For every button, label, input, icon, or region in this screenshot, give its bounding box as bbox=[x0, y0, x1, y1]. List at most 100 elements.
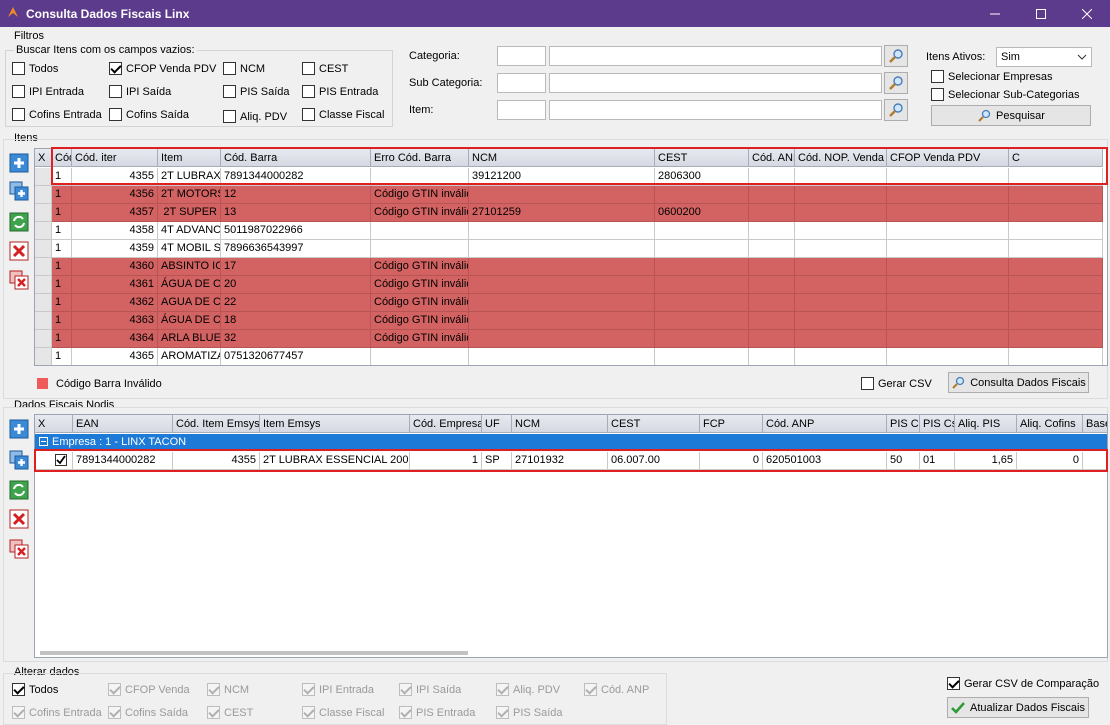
collapse-icon[interactable] bbox=[39, 437, 48, 446]
table-row[interactable]: 14360ABSINTO ICE 335ML17Código GTIN invá… bbox=[35, 258, 1107, 276]
column-header[interactable]: NCM bbox=[512, 415, 608, 433]
table-row[interactable]: 14362AGUA DE COCO KERO COCO 122Código GT… bbox=[35, 294, 1107, 312]
column-header[interactable]: Cód. Empresa bbox=[410, 415, 482, 433]
nodis-add-multiple-button[interactable] bbox=[9, 450, 29, 470]
column-header[interactable]: Cód. ANP bbox=[749, 149, 795, 167]
column-header[interactable]: CFOP Venda PDV bbox=[887, 149, 1009, 167]
categoria-name-input[interactable] bbox=[549, 46, 882, 66]
refresh-button[interactable] bbox=[9, 212, 29, 232]
horizontal-scrollbar[interactable] bbox=[40, 651, 468, 655]
consulta-dados-fiscais-button[interactable]: Consulta Dados Fiscais bbox=[948, 372, 1089, 393]
column-header[interactable]: Base bbox=[1083, 415, 1107, 433]
group-row[interactable]: Empresa : 1 - LINX TACON bbox=[35, 434, 1107, 449]
row-checkbox[interactable] bbox=[55, 454, 67, 466]
delete-button[interactable] bbox=[9, 241, 29, 261]
table-cell: 1 bbox=[52, 168, 72, 186]
close-button[interactable] bbox=[1064, 0, 1110, 27]
table-cell: 4364 bbox=[72, 330, 158, 348]
column-header[interactable]: Cód. Barra bbox=[221, 149, 371, 167]
nodis-delete-all-button[interactable] bbox=[9, 539, 29, 559]
subcategoria-search-button[interactable] bbox=[884, 72, 908, 94]
column-header[interactable]: FCP bbox=[700, 415, 763, 433]
filtro-checkbox[interactable]: Cofins Saída bbox=[109, 108, 189, 121]
checkbox-box bbox=[109, 62, 122, 75]
column-header[interactable]: CEST bbox=[608, 415, 700, 433]
filtro-checkbox[interactable]: CFOP Venda PDV bbox=[109, 62, 216, 75]
filtro-checkbox[interactable]: PIS Entrada bbox=[302, 85, 378, 98]
column-header[interactable]: Aliq. PIS bbox=[955, 415, 1017, 433]
table-row[interactable]: 14361ÁGUA DE COCO DUCOCO 33020Código GTI… bbox=[35, 276, 1107, 294]
column-header[interactable]: Cód. iter bbox=[72, 149, 158, 167]
column-header[interactable]: PIS Cs bbox=[887, 415, 920, 433]
column-header[interactable]: Erro Cód. Barra bbox=[371, 149, 469, 167]
nodis-delete-button[interactable] bbox=[9, 509, 29, 529]
table-row[interactable]: 143572T SUPER13Código GTIN inválido, o c… bbox=[35, 204, 1107, 222]
selecionar-subcategorias-checkbox[interactable]: Selecionar Sub-Categorias bbox=[931, 88, 1079, 101]
add-multiple-button[interactable] bbox=[9, 181, 29, 201]
table-row[interactable]: 7891344000282 4355 2T LUBRAX ESSENCIAL 200… bbox=[35, 452, 1107, 470]
column-header[interactable]: Item Emsys bbox=[260, 415, 410, 433]
table-row[interactable]: 14365AROMATIZANTE BIG APPLE CA0751320677… bbox=[35, 348, 1107, 365]
filtro-checkbox[interactable]: Cofins Entrada bbox=[12, 108, 102, 121]
selecionar-empresas-checkbox[interactable]: Selecionar Empresas bbox=[931, 70, 1053, 83]
column-header[interactable]: PIS Cs bbox=[920, 415, 955, 433]
table-cell bbox=[1009, 330, 1103, 348]
filtro-checkbox[interactable]: Classe Fiscal bbox=[302, 108, 384, 121]
minimize-button[interactable] bbox=[972, 0, 1018, 27]
table-cell: Código GTIN inválido, o código GTIN d bbox=[371, 294, 469, 312]
filtro-checkbox[interactable]: Todos bbox=[12, 62, 58, 75]
add-item-button[interactable] bbox=[9, 153, 29, 173]
column-header[interactable]: Cód. NOP. Venda PDV bbox=[795, 149, 887, 167]
nodis-add-button[interactable] bbox=[9, 419, 29, 439]
column-header[interactable]: X bbox=[35, 415, 73, 433]
gerar-csv-checkbox[interactable]: Gerar CSV bbox=[861, 377, 932, 390]
add-icon bbox=[9, 419, 29, 439]
column-header[interactable]: NCM bbox=[469, 149, 655, 167]
alterar-checkbox[interactable]: Todos bbox=[12, 683, 58, 696]
nodis-refresh-button[interactable] bbox=[9, 480, 29, 500]
filtro-checkbox[interactable]: IPI Entrada bbox=[12, 85, 84, 98]
column-header[interactable]: C bbox=[1009, 149, 1103, 167]
column-header[interactable]: X bbox=[35, 149, 52, 167]
delete-all-button[interactable] bbox=[9, 270, 29, 290]
column-header[interactable]: Item bbox=[158, 149, 221, 167]
item-code-input[interactable] bbox=[497, 100, 546, 120]
table-cell bbox=[795, 294, 887, 312]
filtro-checkbox[interactable]: IPI Saída bbox=[109, 85, 171, 98]
checkbox-label: PIS Entrada bbox=[319, 85, 379, 98]
table-row[interactable]: 143562T MOTORS 1 LITRO12Código GTIN invá… bbox=[35, 186, 1107, 204]
checkbox-box bbox=[399, 706, 412, 719]
column-header[interactable]: Cód. Item Emsys bbox=[173, 415, 260, 433]
filtro-checkbox[interactable]: NCM bbox=[223, 62, 265, 75]
column-header[interactable]: Cód. ANP bbox=[763, 415, 887, 433]
subcategoria-name-input[interactable] bbox=[549, 73, 882, 93]
column-header[interactable]: Cód. Empresa bbox=[52, 149, 72, 167]
checkbox-box bbox=[12, 85, 25, 98]
column-header[interactable]: Aliq. Cofins bbox=[1017, 415, 1083, 433]
filtro-checkbox[interactable]: PIS Saída bbox=[223, 85, 290, 98]
item-search-button[interactable] bbox=[884, 99, 908, 121]
categoria-search-button[interactable] bbox=[884, 45, 908, 67]
table-row[interactable]: 143594T MOBIL SL 20W50 1L7896636543997 bbox=[35, 240, 1107, 258]
pesquisar-button[interactable]: Pesquisar bbox=[931, 105, 1091, 126]
item-name-input[interactable] bbox=[549, 100, 882, 120]
table-row[interactable]: 14363ÁGUA DE COCO SU FRESH LT18Código GT… bbox=[35, 312, 1107, 330]
legend-label: Código Barra Inválido bbox=[56, 378, 162, 390]
checkbox-label: IPI Saída bbox=[126, 85, 172, 98]
atualizar-dados-fiscais-button[interactable]: Atualizar Dados Fiscais bbox=[947, 697, 1089, 718]
gerar-csv-comparacao-checkbox[interactable]: Gerar CSV de Comparação bbox=[947, 677, 1099, 690]
table-row[interactable]: 143584T ADVANCE AX5 SL 20W50 1l501198702… bbox=[35, 222, 1107, 240]
itens-ativos-select[interactable]: Sim bbox=[996, 47, 1092, 67]
table-row[interactable]: 143552T LUBRAX ESSENCIAL 200ML7891344000… bbox=[35, 168, 1107, 186]
table-row[interactable]: 14364ARLA BLUE DEF 20LITROS32Código GTIN… bbox=[35, 330, 1107, 348]
checkbox-label: Cód. ANP bbox=[601, 683, 650, 696]
checkbox-box bbox=[12, 706, 25, 719]
column-header[interactable]: CEST bbox=[655, 149, 749, 167]
column-header[interactable]: EAN bbox=[73, 415, 173, 433]
filtro-checkbox[interactable]: Aliq. PDV bbox=[223, 110, 287, 123]
categoria-code-input[interactable] bbox=[497, 46, 546, 66]
filtro-checkbox[interactable]: CEST bbox=[302, 62, 348, 75]
column-header[interactable]: UF bbox=[482, 415, 512, 433]
subcategoria-code-input[interactable] bbox=[497, 73, 546, 93]
maximize-button[interactable] bbox=[1018, 0, 1064, 27]
